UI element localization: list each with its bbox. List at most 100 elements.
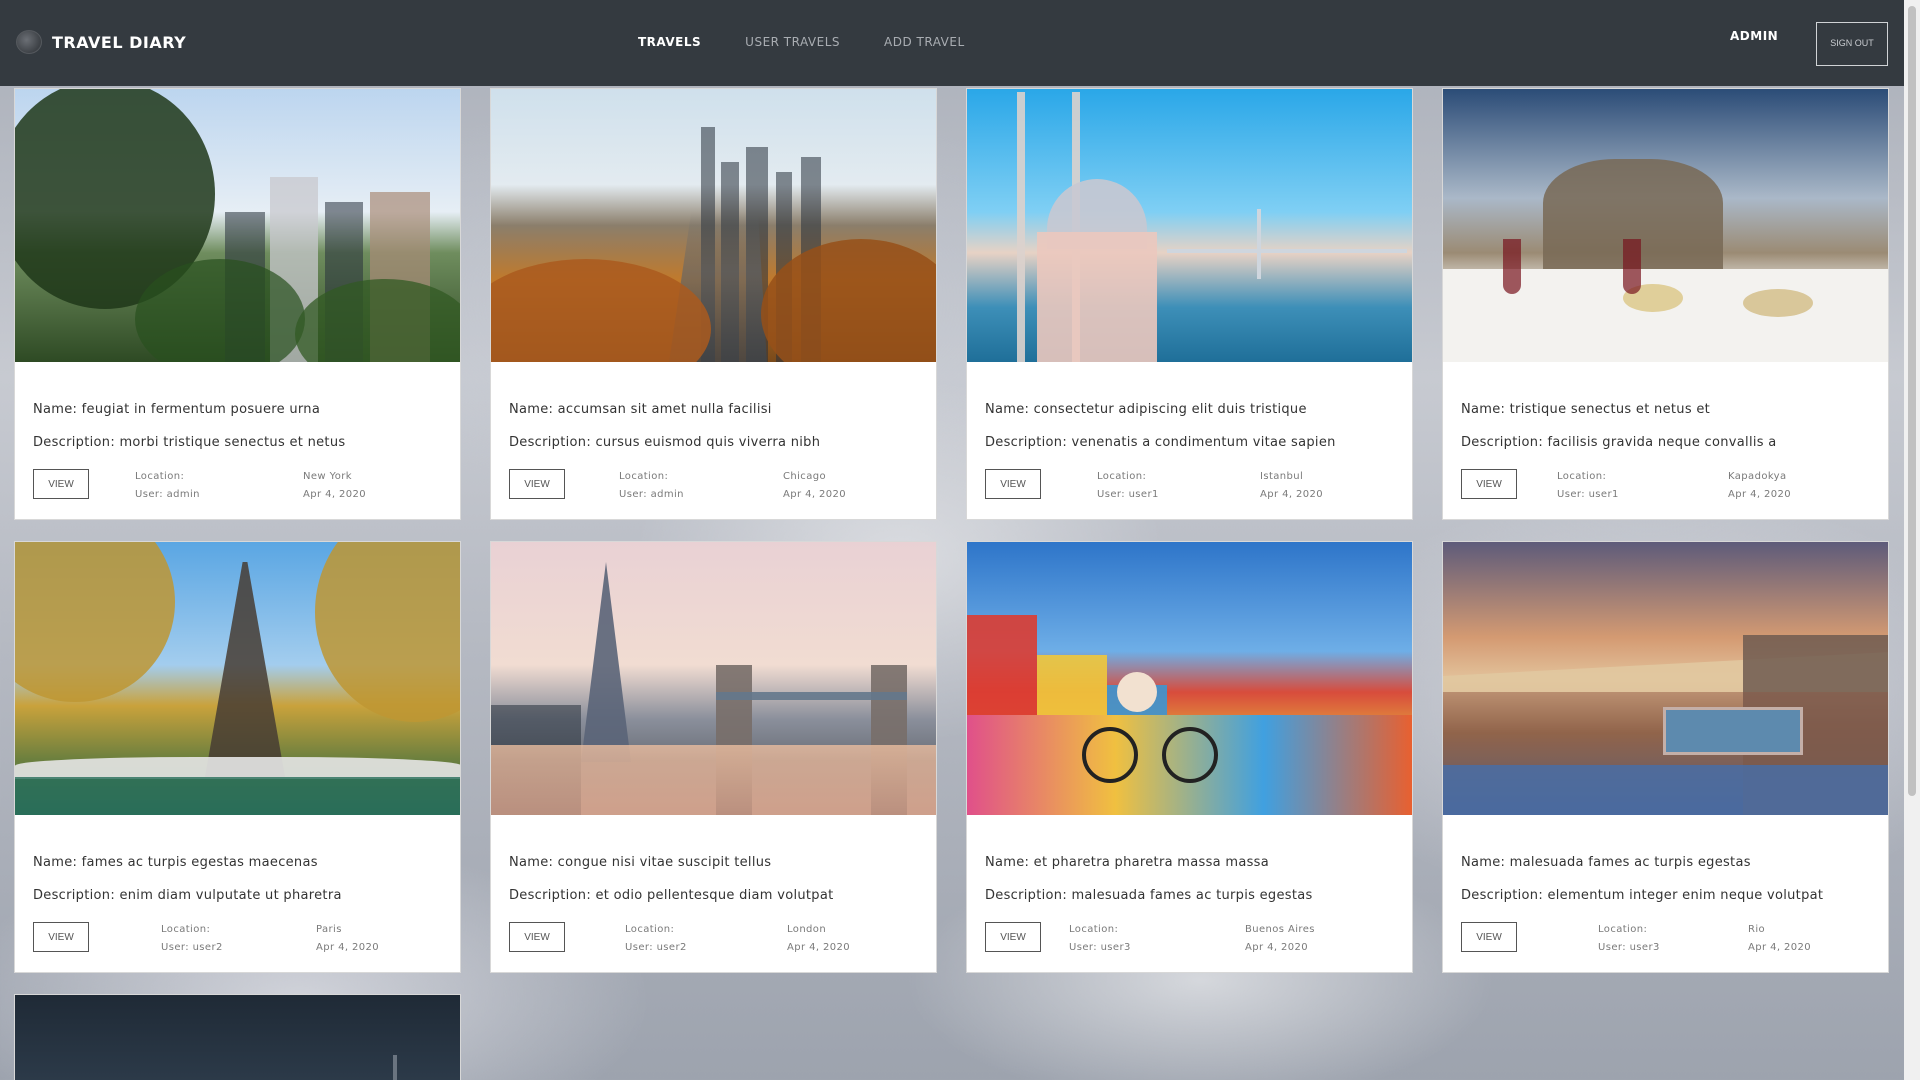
- card-name: Name: accumsan sit amet nulla facilisi: [509, 402, 772, 417]
- scrollbar-thumb[interactable]: [1908, 6, 1916, 796]
- card-meta-left: Location: User: user2: [161, 921, 223, 957]
- card-meta-right: Chicago Apr 4, 2020: [783, 468, 846, 504]
- travel-card: Name: congue nisi vitae suscipit tellus …: [490, 541, 937, 973]
- card-meta-left: Location: User: user3: [1069, 921, 1131, 957]
- card-meta-right: Istanbul Apr 4, 2020: [1260, 468, 1323, 504]
- card-description: Description: facilisis gravida neque con…: [1461, 435, 1777, 450]
- card-meta-right: Paris Apr 4, 2020: [316, 921, 379, 957]
- card-meta-right: London Apr 4, 2020: [787, 921, 850, 957]
- card-description: Description: cursus euismod quis viverra…: [509, 435, 821, 450]
- travel-card: Name: et pharetra pharetra massa massa D…: [966, 541, 1413, 973]
- card-meta-right: Buenos Aires Apr 4, 2020: [1245, 921, 1315, 957]
- card-user: User: user3: [1069, 942, 1131, 953]
- card-user: User: user2: [625, 942, 687, 953]
- card-image-chicago: [491, 89, 936, 362]
- card-name: Name: consectetur adipiscing elit duis t…: [985, 402, 1307, 417]
- card-user: User: user1: [1097, 489, 1159, 500]
- navbar: TRAVEL DIARY TRAVELS USER TRAVELS ADD TR…: [0, 0, 1904, 86]
- card-meta-left: Location: User: admin: [135, 468, 200, 504]
- brand-name: TRAVEL DIARY: [52, 32, 187, 52]
- card-meta-left: Location: User: user1: [1097, 468, 1159, 504]
- card-date: Apr 4, 2020: [1260, 489, 1324, 500]
- travel-card: Name: consectetur adipiscing elit duis t…: [966, 88, 1413, 520]
- nav-link-travels[interactable]: TRAVELS: [638, 35, 701, 49]
- travel-card: Name: accumsan sit amet nulla facilisi D…: [490, 88, 937, 520]
- card-location: London: [787, 924, 827, 935]
- card-date: Apr 4, 2020: [1728, 489, 1792, 500]
- scrollbar[interactable]: [1904, 0, 1920, 1080]
- view-button[interactable]: VIEW: [985, 922, 1041, 952]
- card-date: Apr 4, 2020: [1245, 942, 1309, 953]
- globe-icon: [16, 30, 42, 54]
- card-description: Description: venenatis a condimentum vit…: [985, 435, 1336, 450]
- view-button[interactable]: VIEW: [509, 469, 565, 499]
- card-meta-right: Kapadokya Apr 4, 2020: [1728, 468, 1791, 504]
- location-label: Location:: [619, 471, 669, 482]
- card-name: Name: fames ac turpis egestas maecenas: [33, 855, 318, 870]
- card-location: Kapadokya: [1728, 471, 1787, 482]
- view-button[interactable]: VIEW: [1461, 922, 1517, 952]
- card-location: Istanbul: [1260, 471, 1304, 482]
- card-description: Description: malesuada fames ac turpis e…: [985, 888, 1313, 903]
- card-meta-left: Location: User: user1: [1557, 468, 1619, 504]
- travel-card: Name: fames ac turpis egestas maecenas D…: [14, 541, 461, 973]
- card-name: Name: feugiat in fermentum posuere urna: [33, 402, 321, 417]
- card-date: Apr 4, 2020: [783, 489, 847, 500]
- travel-card: [14, 994, 461, 1080]
- location-label: Location:: [1097, 471, 1147, 482]
- card-location: New York: [303, 471, 352, 482]
- view-button[interactable]: VIEW: [509, 922, 565, 952]
- nav-link-user-travels[interactable]: USER TRAVELS: [745, 35, 840, 49]
- location-label: Location:: [135, 471, 185, 482]
- card-user: User: user2: [161, 942, 223, 953]
- card-image-rio: [1443, 542, 1888, 815]
- card-meta-right: New York Apr 4, 2020: [303, 468, 366, 504]
- card-date: Apr 4, 2020: [303, 489, 367, 500]
- card-meta-left: Location: User: user2: [625, 921, 687, 957]
- card-image-london: [491, 542, 936, 815]
- card-location: Buenos Aires: [1245, 924, 1315, 935]
- sign-out-button[interactable]: SIGN OUT: [1816, 22, 1888, 66]
- card-description: Description: elementum integer enim nequ…: [1461, 888, 1824, 903]
- card-location: Paris: [316, 924, 342, 935]
- card-name: Name: et pharetra pharetra massa massa: [985, 855, 1270, 870]
- card-image-kapadokya: [1443, 89, 1888, 362]
- card-image-night-city: [15, 995, 460, 1080]
- card-meta-left: Location: User: user3: [1598, 921, 1660, 957]
- travel-card: Name: malesuada fames ac turpis egestas …: [1442, 541, 1889, 973]
- card-image-new-york: [15, 89, 460, 362]
- card-image-paris: [15, 542, 460, 815]
- card-location: Rio: [1748, 924, 1766, 935]
- card-meta-right: Rio Apr 4, 2020: [1748, 921, 1811, 957]
- card-image-buenos-aires: [967, 542, 1412, 815]
- card-location: Chicago: [783, 471, 826, 482]
- view-button[interactable]: VIEW: [33, 469, 89, 499]
- card-name: Name: congue nisi vitae suscipit tellus: [509, 855, 772, 870]
- travel-card: Name: tristique senectus et netus et Des…: [1442, 88, 1889, 520]
- card-user: User: user3: [1598, 942, 1660, 953]
- card-name: Name: tristique senectus et netus et: [1461, 402, 1711, 417]
- brand[interactable]: TRAVEL DIARY: [16, 30, 186, 54]
- card-description: Description: morbi tristique senectus et…: [33, 435, 346, 450]
- location-label: Location:: [1598, 924, 1648, 935]
- card-user: User: admin: [619, 489, 684, 500]
- location-label: Location:: [625, 924, 675, 935]
- view-button[interactable]: VIEW: [1461, 469, 1517, 499]
- location-label: Location:: [1069, 924, 1119, 935]
- nav-link-add-travel[interactable]: ADD TRAVEL: [884, 35, 965, 49]
- card-name: Name: malesuada fames ac turpis egestas: [1461, 855, 1751, 870]
- card-date: Apr 4, 2020: [316, 942, 380, 953]
- nav-user-name[interactable]: ADMIN: [1730, 29, 1778, 43]
- card-description: Description: enim diam vulputate ut phar…: [33, 888, 342, 903]
- nav-links: TRAVELS USER TRAVELS ADD TRAVEL: [638, 35, 965, 49]
- card-date: Apr 4, 2020: [787, 942, 851, 953]
- card-meta-left: Location: User: admin: [619, 468, 684, 504]
- view-button[interactable]: VIEW: [985, 469, 1041, 499]
- travel-card: Name: feugiat in fermentum posuere urna …: [14, 88, 461, 520]
- location-label: Location:: [1557, 471, 1607, 482]
- location-label: Location:: [161, 924, 211, 935]
- card-image-istanbul: [967, 89, 1412, 362]
- card-user: User: user1: [1557, 489, 1619, 500]
- card-description: Description: et odio pellentesque diam v…: [509, 888, 834, 903]
- view-button[interactable]: VIEW: [33, 922, 89, 952]
